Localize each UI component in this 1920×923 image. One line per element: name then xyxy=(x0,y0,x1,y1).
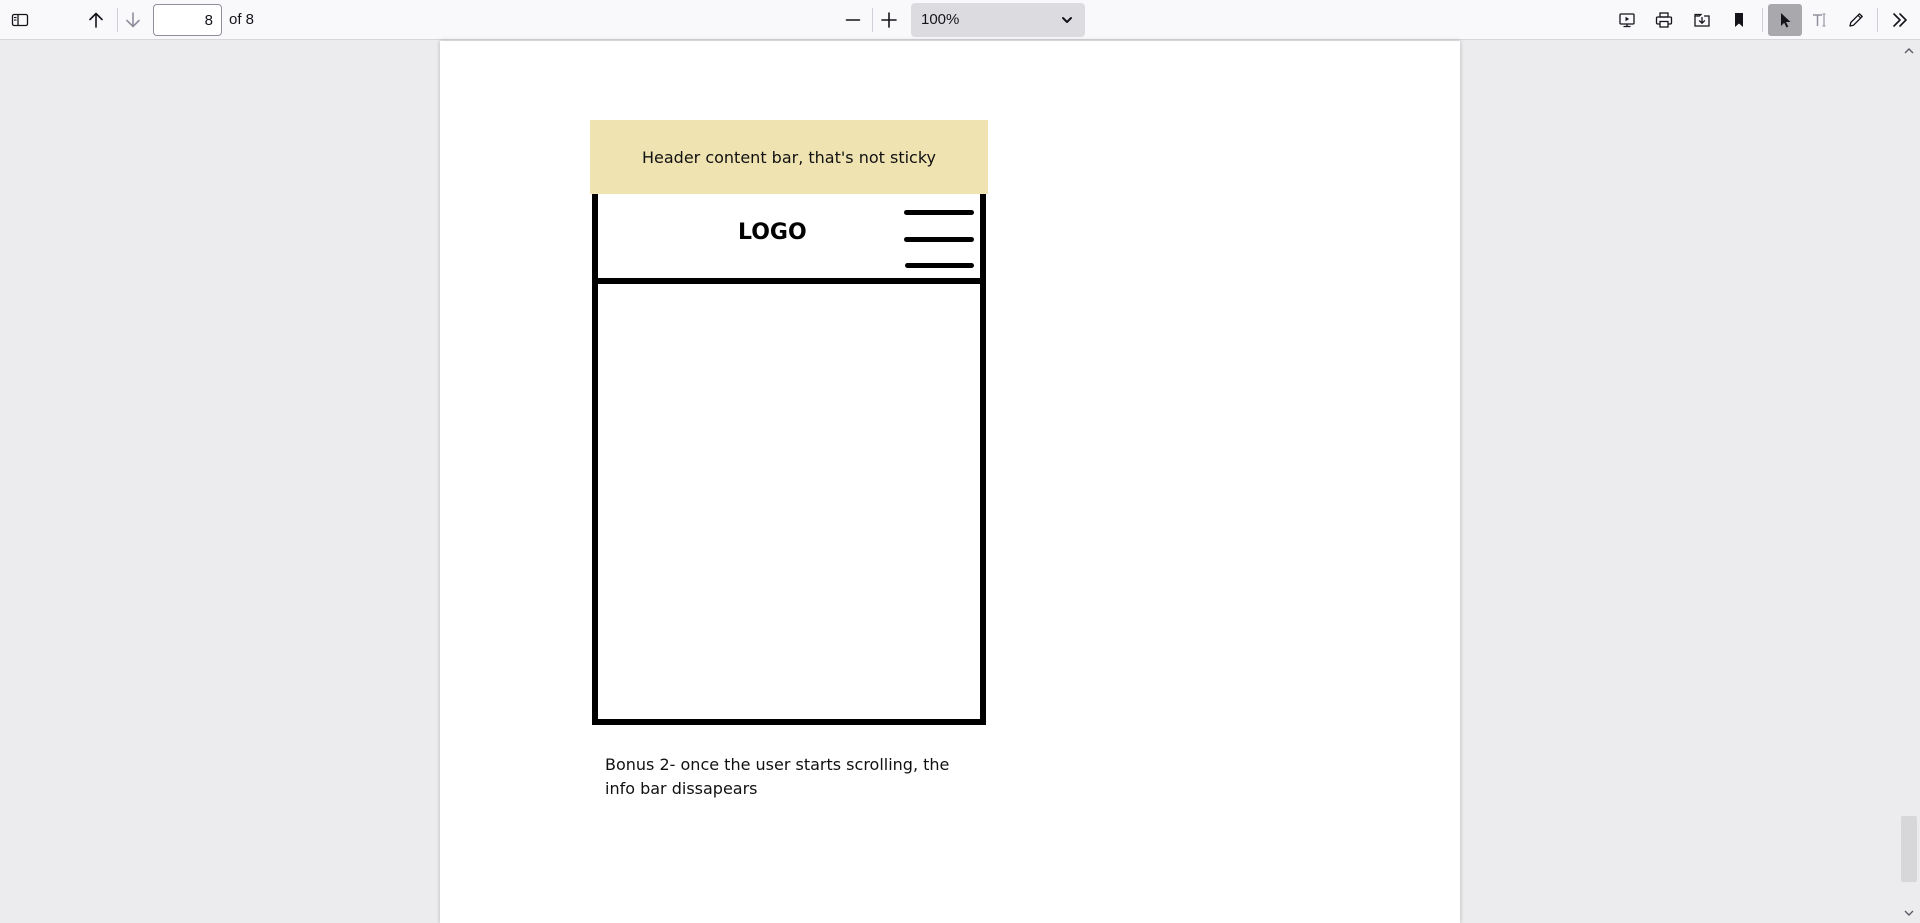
save-button[interactable] xyxy=(1686,4,1718,36)
info-bar: Header content bar, that's not sticky xyxy=(590,120,988,194)
zoom-value: 100% xyxy=(921,11,960,28)
text-icon xyxy=(1813,13,1826,27)
info-bar-text: Header content bar, that's not sticky xyxy=(641,147,936,167)
caption-line: info bar dissapears xyxy=(605,779,758,798)
previous-page-button[interactable] xyxy=(80,4,112,36)
print-icon xyxy=(1655,12,1673,28)
presentation-icon xyxy=(1619,13,1635,28)
save-icon xyxy=(1694,13,1710,27)
logo: LOGO xyxy=(738,220,807,245)
zoom-out-button[interactable] xyxy=(837,4,869,36)
pdf-toolbar: of 8 100% xyxy=(0,0,1920,40)
scroll-down-icon[interactable] xyxy=(1903,907,1915,919)
scroll-up-icon[interactable] xyxy=(1903,45,1915,57)
toolbar-separator xyxy=(1762,8,1763,32)
pdf-page: Header content bar, that's not sticky LO… xyxy=(440,41,1460,923)
arrow-up-icon xyxy=(89,12,103,28)
vertical-scrollbar[interactable] xyxy=(1898,41,1920,923)
phone-frame: LOGO xyxy=(592,194,986,725)
text-tool-button[interactable] xyxy=(1804,4,1836,36)
toolbar-separator xyxy=(1877,8,1878,32)
cursor-icon xyxy=(1781,13,1791,28)
nav-header: LOGO xyxy=(598,194,980,284)
mobile-wireframe: Header content bar, that's not sticky LO… xyxy=(590,120,988,725)
print-button[interactable] xyxy=(1648,4,1680,36)
plus-icon xyxy=(881,12,897,28)
bookmark-button[interactable] xyxy=(1723,4,1755,36)
pencil-icon xyxy=(1849,13,1863,27)
arrow-down-icon xyxy=(126,12,140,28)
zoom-select[interactable]: 100% xyxy=(911,3,1085,37)
presentation-mode-button[interactable] xyxy=(1611,4,1643,36)
next-page-button[interactable] xyxy=(117,4,149,36)
more-tools-button[interactable] xyxy=(1884,4,1916,36)
caption-line: Bonus 2- once the user starts scrolling,… xyxy=(605,755,950,774)
double-chevron-icon xyxy=(1893,13,1907,27)
chevron-down-icon xyxy=(1062,17,1072,23)
bookmark-icon xyxy=(1735,13,1743,27)
page-count-label: of 8 xyxy=(229,11,255,28)
page-number-input[interactable] xyxy=(153,4,222,36)
minus-icon xyxy=(845,19,861,21)
draw-tool-button[interactable] xyxy=(1840,4,1872,36)
zoom-in-button[interactable] xyxy=(873,4,905,36)
sidebar-toggle-button[interactable] xyxy=(4,4,36,36)
sidebar-icon xyxy=(11,13,29,27)
select-tool-button[interactable] xyxy=(1768,4,1802,36)
hamburger-icon xyxy=(904,210,976,270)
scrollbar-thumb[interactable] xyxy=(1901,816,1917,882)
caption-text: Bonus 2- once the user starts scrolling,… xyxy=(605,753,985,801)
